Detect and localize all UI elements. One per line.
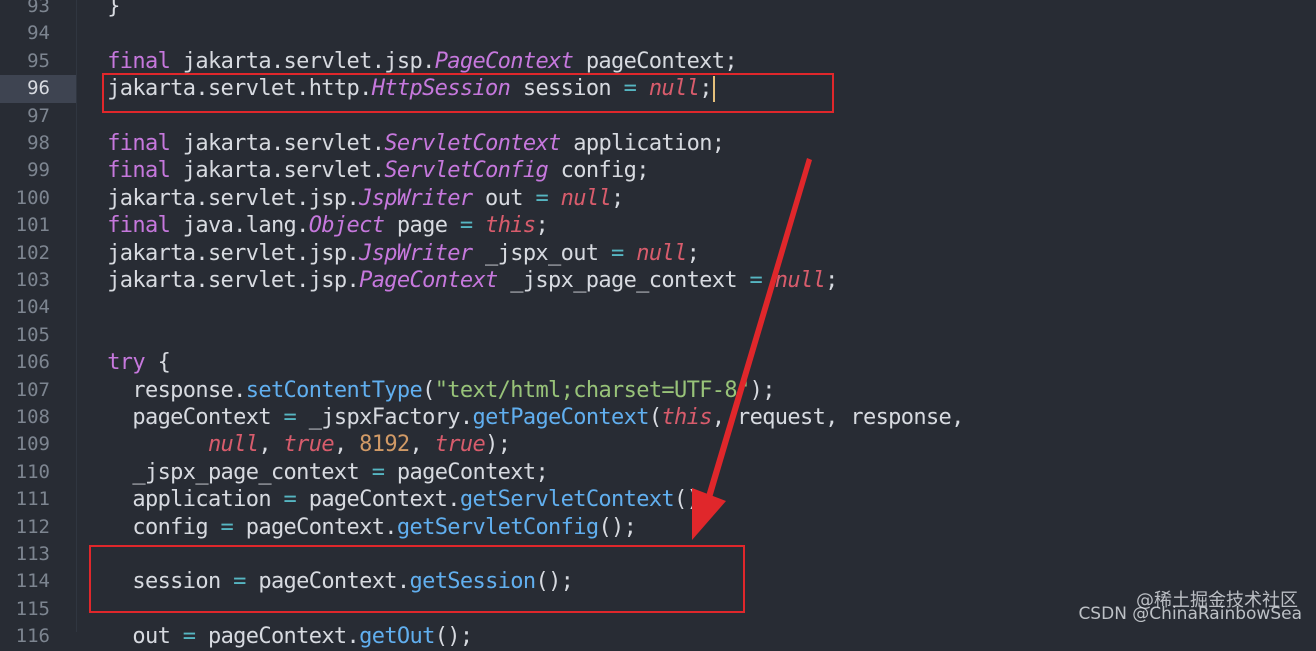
arrow-head bbox=[692, 488, 726, 540]
annotation-arrow bbox=[692, 158, 812, 540]
watermark-overlay: @稀土掘金技术社区 bbox=[1136, 590, 1298, 611]
arrow-shaft bbox=[706, 158, 812, 498]
